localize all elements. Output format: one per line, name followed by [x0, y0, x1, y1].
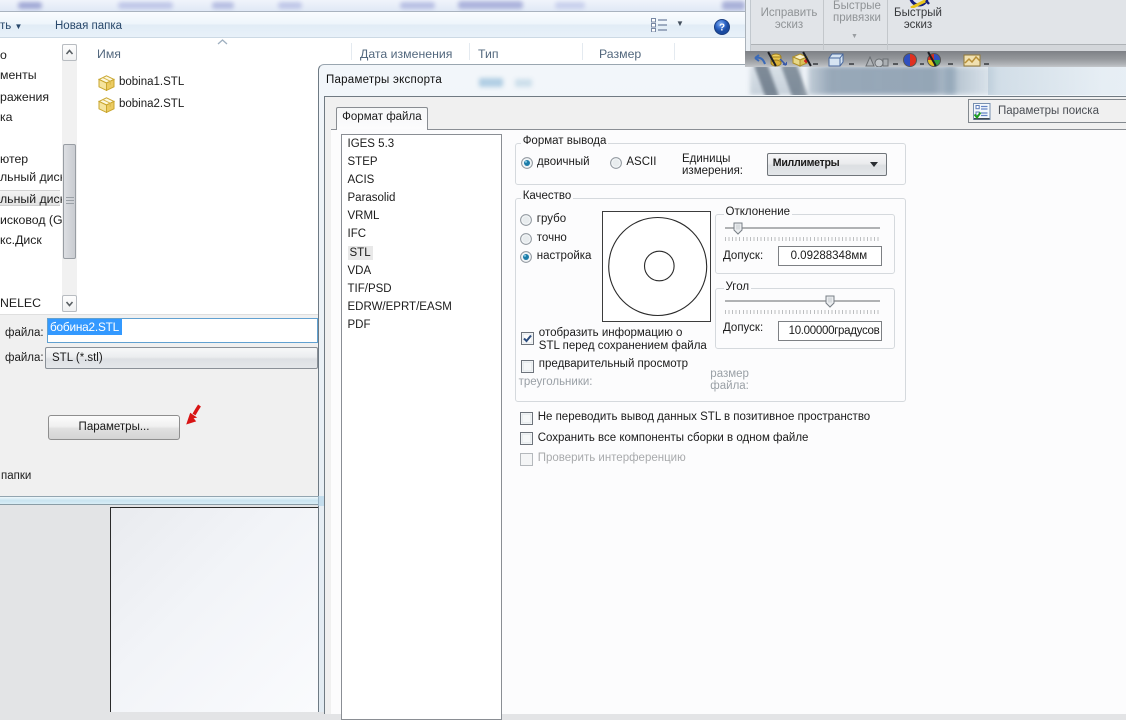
svg-text:?: ?	[719, 23, 725, 34]
